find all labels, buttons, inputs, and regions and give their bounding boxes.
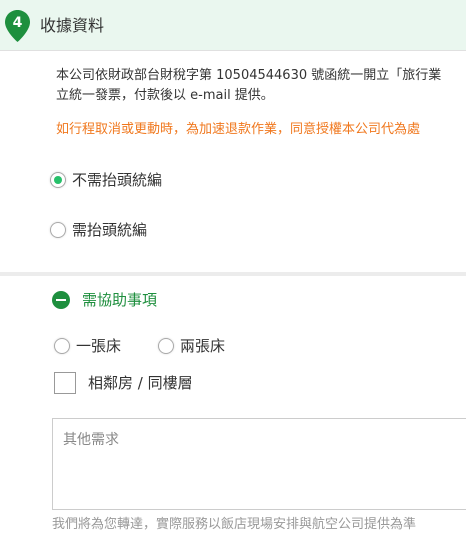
radio-label-no-tax-id: 不需抬頭統編 — [72, 171, 163, 189]
adjacent-room-checkbox-row[interactable]: 相鄰房 / 同樓層 — [54, 372, 193, 394]
collapse-minus-icon[interactable] — [52, 291, 70, 309]
radio-button[interactable] — [50, 222, 66, 238]
invoice-notice-line-1: 本公司依財政部台財稅字第 10504544630 號函統一開立「旅行業 — [56, 68, 442, 83]
section-header: 4 收據資料 — [0, 0, 466, 51]
radio-label-two-beds: 兩張床 — [180, 337, 226, 355]
adjacent-room-label: 相鄰房 / 同樓層 — [88, 374, 193, 392]
assistance-footnote: 我們將為您轉達，實際服務以飯店現場安排與航空公司提供為準 — [52, 517, 417, 532]
refund-warning: 如行程取消或更動時，為加速退款作業，同意授權本公司代為處 — [56, 122, 421, 137]
section-divider — [0, 272, 466, 276]
assistance-toggle[interactable]: 需協助事項 — [52, 290, 157, 310]
step-marker-icon: 4 — [5, 10, 30, 42]
invoice-notice-line-2: 立統一發票，付款後以 e-mail 提供。 — [56, 88, 274, 103]
radio-button-checked[interactable] — [50, 172, 66, 188]
radio-label-one-bed: 一張床 — [76, 337, 122, 355]
radio-two-beds[interactable]: 兩張床 — [158, 336, 225, 356]
assistance-title: 需協助事項 — [82, 291, 158, 309]
radio-one-bed[interactable]: 一張床 — [54, 336, 121, 356]
adjacent-room-checkbox[interactable] — [54, 372, 76, 394]
invoice-notice: 本公司依財政部台財稅字第 10504544630 號函統一開立「旅行業 立統一發… — [56, 66, 466, 106]
radio-label-with-tax-id: 需抬頭統編 — [72, 221, 148, 239]
radio-no-tax-id[interactable]: 不需抬頭統編 — [50, 170, 162, 190]
step-number: 4 — [12, 15, 23, 31]
radio-with-tax-id[interactable]: 需抬頭統編 — [50, 220, 147, 240]
radio-button[interactable] — [158, 338, 174, 354]
section-title: 收據資料 — [40, 16, 105, 35]
other-requests-textarea[interactable] — [52, 418, 466, 510]
radio-button[interactable] — [54, 338, 70, 354]
